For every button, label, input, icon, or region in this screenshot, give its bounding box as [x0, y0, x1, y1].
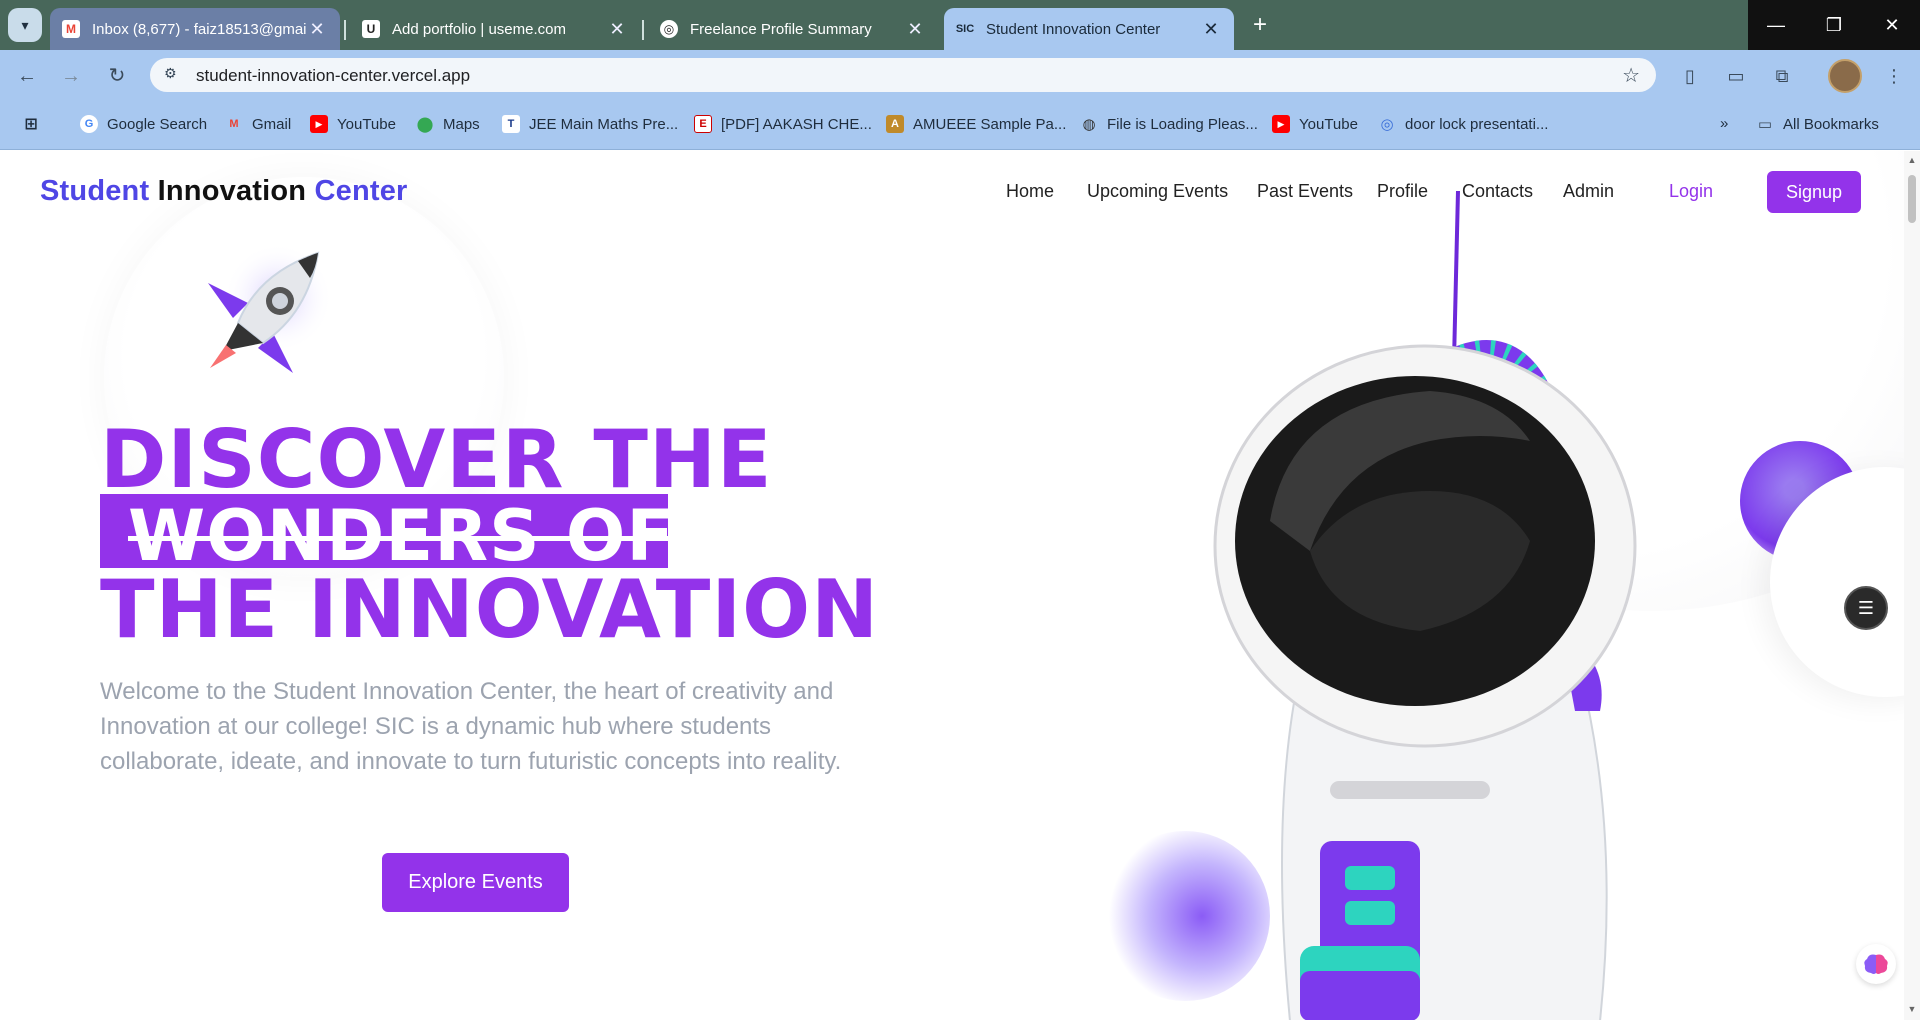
logo-word-3: Center — [314, 175, 408, 207]
reading-mode-icon[interactable]: ▯ — [1678, 64, 1702, 88]
window-close-icon[interactable]: ✕ — [1864, 0, 1920, 50]
bookmark-maps[interactable]: ⬤ Maps — [416, 115, 480, 134]
address-bar[interactable]: ⚙ student-innovation-center.vercel.app ☆ — [150, 58, 1656, 92]
nav-contacts[interactable]: Contacts — [1462, 181, 1533, 202]
tab-useme[interactable]: U Add portfolio | useme.com ✕ — [344, 8, 640, 50]
profile-avatar[interactable] — [1828, 59, 1862, 93]
media-icon[interactable]: ▭ — [1724, 64, 1748, 88]
bookmark-label: Maps — [443, 115, 480, 133]
nav-profile[interactable]: Profile — [1377, 181, 1428, 202]
login-link[interactable]: Login — [1669, 181, 1713, 202]
bookmark-label: File is Loading Pleas... — [1107, 115, 1258, 133]
explore-events-button[interactable]: Explore Events — [382, 853, 569, 912]
site-logo[interactable]: Student Innovation Center — [40, 175, 408, 208]
bookmark-label: YouTube — [1299, 115, 1358, 133]
target-icon: ◎ — [1380, 116, 1394, 133]
youtube-icon: ▶ — [310, 115, 328, 133]
address-toolbar: ← → ↻ ⚙ student-innovation-center.vercel… — [0, 50, 1920, 100]
back-icon[interactable]: ← — [14, 63, 40, 89]
brain-icon[interactable] — [1856, 944, 1896, 984]
bookmark-label: [PDF] AAKASH CHE... — [721, 115, 872, 133]
astronaut-illustration — [1213, 191, 1637, 1020]
jee-icon: T — [502, 115, 520, 133]
bookmark-file-loading[interactable]: ◍ File is Loading Pleas... — [1080, 115, 1258, 134]
more-bookmarks-icon[interactable]: » — [1720, 115, 1728, 132]
hero-heading-line-3: THE INNOVATION — [100, 563, 880, 656]
tab-title: Inbox (8,677) - faiz18513@gmail.com — [92, 20, 306, 38]
logo-word-1: Student — [40, 175, 150, 207]
tab-student-innovation[interactable]: SIC Student Innovation Center ✕ — [944, 8, 1234, 50]
apps-grid-icon[interactable]: ⊞ — [22, 115, 49, 133]
tab-title: Freelance Profile Summary — [690, 20, 872, 38]
tab-title: Student Innovation Center — [986, 20, 1161, 38]
bookmark-label: JEE Main Maths Pre... — [529, 115, 679, 133]
close-icon[interactable]: ✕ — [606, 19, 628, 40]
extensions-icon[interactable]: ⧉ — [1770, 64, 1794, 88]
sic-icon: SIC — [955, 23, 975, 35]
site-settings-icon[interactable]: ⚙ — [164, 65, 186, 85]
nav-home[interactable]: Home — [1006, 181, 1054, 202]
globe-icon: ◍ — [1082, 116, 1096, 133]
close-icon[interactable]: ✕ — [306, 19, 328, 40]
useme-icon: U — [362, 20, 380, 38]
gmail-icon: M — [229, 118, 239, 130]
tab-inbox[interactable]: M Inbox (8,677) - faiz18513@gmail.com ✕ — [50, 8, 340, 50]
nav-past-events[interactable]: Past Events — [1257, 181, 1353, 202]
reload-icon[interactable]: ↻ — [104, 63, 130, 89]
bookmark-label: Google Search — [107, 115, 208, 133]
logo-word-2: Innovation — [157, 175, 307, 207]
openai-icon: ◎ — [660, 20, 678, 38]
pdf-icon: E — [694, 115, 712, 133]
page-scrollbar[interactable]: ▲ ▼ — [1904, 151, 1920, 1020]
youtube-icon: ▶ — [1272, 115, 1290, 133]
close-icon[interactable]: ✕ — [904, 19, 926, 40]
nav-upcoming-events[interactable]: Upcoming Events — [1087, 181, 1228, 202]
bookmark-label: door lock presentati... — [1405, 115, 1549, 133]
web-page: Student Innovation Center Home Upcoming … — [0, 151, 1920, 1020]
bookmark-gmail[interactable]: M Gmail — [225, 115, 291, 133]
tab-title: Add portfolio | useme.com — [392, 20, 566, 38]
brain-glyph — [1864, 954, 1888, 974]
restore-icon[interactable]: ❐ — [1806, 0, 1862, 50]
google-icon: G — [80, 115, 98, 133]
gmail-icon: M — [62, 20, 80, 38]
forward-icon[interactable]: → — [58, 63, 84, 89]
hero-heading-line-1: DISCOVER THE — [100, 413, 773, 506]
scroll-down-icon[interactable]: ▼ — [1907, 1004, 1917, 1014]
scroll-thumb[interactable] — [1908, 175, 1916, 223]
letter-a-icon: A — [886, 115, 904, 133]
bookmark-youtube-2[interactable]: ▶ YouTube — [1272, 115, 1358, 133]
hero-description: Welcome to the Student Innovation Center… — [100, 678, 842, 775]
maps-icon: ⬤ — [416, 116, 434, 133]
bookmarks-bar: ⊞ G Google Search M Gmail ▶ YouTube ⬤ Maps T… — [0, 100, 1920, 150]
all-bookmarks[interactable]: ▭ All Bookmarks — [1756, 115, 1879, 134]
rocket-illustration — [208, 243, 333, 373]
bookmark-label: Gmail — [252, 115, 292, 133]
close-icon[interactable]: ✕ — [1200, 19, 1222, 40]
bookmark-label: AMUEEE Sample Pa... — [913, 115, 1067, 133]
bookmark-amueee[interactable]: A AMUEEE Sample Pa... — [886, 115, 1066, 133]
tab-search-button[interactable]: ▾ — [8, 8, 42, 42]
scroll-up-icon[interactable]: ▲ — [1907, 155, 1917, 165]
tab-freelance[interactable]: ◎ Freelance Profile Summary ✕ — [642, 8, 938, 50]
bookmark-youtube[interactable]: ▶ YouTube — [310, 115, 396, 133]
url-text: student-innovation-center.vercel.app — [196, 66, 471, 85]
bookmark-jee[interactable]: T JEE Main Maths Pre... — [502, 115, 678, 133]
folder-icon: ▭ — [1757, 116, 1773, 133]
menu-dots-icon[interactable]: ⋮ — [1882, 64, 1906, 88]
bookmark-label: YouTube — [337, 115, 396, 133]
reading-list-icon[interactable]: ☰ — [1844, 586, 1888, 630]
bookmark-google-search[interactable]: G Google Search — [80, 115, 207, 133]
bookmark-door-lock[interactable]: ◎ door lock presentati... — [1378, 115, 1549, 134]
new-tab-button[interactable]: + — [1245, 10, 1275, 40]
bookmark-label: All Bookmarks — [1783, 115, 1879, 133]
bookmark-star-icon[interactable]: ☆ — [1622, 63, 1640, 88]
minimize-icon[interactable]: — — [1748, 0, 1804, 50]
signup-button[interactable]: Signup — [1767, 171, 1861, 213]
nav-admin[interactable]: Admin — [1563, 181, 1614, 202]
bookmark-aakash[interactable]: E [PDF] AAKASH CHE... — [694, 115, 872, 133]
browser-tab-bar: ▾ M Inbox (8,677) - faiz18513@gmail.com … — [0, 0, 1920, 50]
chevron-down-icon: ▾ — [21, 16, 29, 33]
